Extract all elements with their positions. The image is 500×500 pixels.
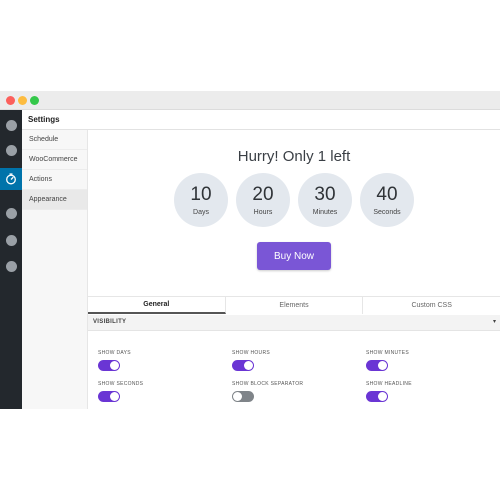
title-bar	[0, 91, 500, 110]
switch-knob	[244, 361, 253, 370]
maximize-window-button[interactable]	[30, 96, 39, 105]
toggle-label: SHOW SECONDS	[98, 381, 144, 387]
countdown-label: Minutes	[312, 208, 338, 216]
toggle-show-minutes: SHOW MINUTES	[366, 350, 486, 371]
icon-rail	[0, 110, 22, 409]
rail-item-timer[interactable]	[0, 168, 22, 190]
app-window: Settings Schedule WooCommerce Actions Ap…	[0, 91, 500, 409]
countdown-value: 30	[314, 183, 336, 205]
circle-icon	[5, 119, 17, 131]
countdown-label: Hours	[253, 208, 273, 216]
toggle-show-block-separator: SHOW BLOCK SEPARATOR	[232, 381, 352, 402]
countdown-value: 40	[376, 183, 398, 205]
countdown-label: Days	[193, 208, 209, 216]
caret-down-icon[interactable]: ▾	[493, 318, 496, 325]
section-title: VISIBILITY	[93, 319, 127, 325]
toggle-label: SHOW HOURS	[232, 350, 270, 356]
visibility-section-header[interactable]: VISIBILITY ▾	[88, 315, 500, 331]
circle-icon	[5, 260, 17, 272]
toggle-label: SHOW BLOCK SEPARATOR	[232, 381, 304, 387]
rail-item-6[interactable]	[0, 255, 22, 277]
countdown-label: Seconds	[373, 208, 401, 216]
toggle-label: SHOW DAYS	[98, 350, 131, 356]
circle-icon	[5, 234, 17, 246]
minimize-window-button[interactable]	[18, 96, 27, 105]
sidebar-item-appearance[interactable]: Appearance	[22, 190, 87, 210]
toggle-show-seconds: SHOW SECONDS	[98, 381, 218, 402]
tab-custom-css[interactable]: Custom CSS	[363, 297, 500, 314]
toggle-show-headline: SHOW HEADLINE	[366, 381, 486, 402]
settings-tabs: General Elements Custom CSS	[88, 296, 500, 314]
timer-icon	[6, 173, 16, 185]
toggle-show-days: SHOW DAYS	[98, 350, 218, 371]
countdown-days: 10 Days	[174, 173, 228, 227]
close-window-button[interactable]	[6, 96, 15, 105]
sidebar-item-schedule[interactable]: Schedule	[22, 130, 87, 150]
sidebar-item-actions[interactable]: Actions	[22, 170, 87, 190]
buy-now-button[interactable]: Buy Now	[257, 242, 331, 270]
countdown-value: 10	[190, 183, 212, 205]
tab-elements[interactable]: Elements	[226, 297, 364, 314]
tab-general[interactable]: General	[88, 297, 226, 314]
switch-knob	[110, 361, 119, 370]
countdown-timer: 10 Days 20 Hours 30 Minutes 40 Seconds	[174, 173, 414, 227]
switch-knob	[378, 392, 387, 401]
show-minutes-switch[interactable]	[366, 360, 388, 371]
show-block-separator-switch[interactable]	[232, 391, 254, 402]
rail-item-2[interactable]	[0, 139, 22, 161]
rail-item-1[interactable]	[0, 114, 22, 136]
countdown-headline: Hurry! Only 1 left	[237, 148, 351, 165]
settings-sidebar: Schedule WooCommerce Actions Appearance	[22, 130, 88, 409]
switch-knob	[233, 392, 242, 401]
sidebar-item-woocommerce[interactable]: WooCommerce	[22, 150, 87, 170]
main-panel: Hurry! Only 1 left 10 Days 20 Hours 30 M…	[88, 130, 500, 409]
show-headline-switch[interactable]	[366, 391, 388, 402]
countdown-seconds: 40 Seconds	[360, 173, 414, 227]
switch-knob	[110, 392, 119, 401]
switch-knob	[378, 361, 387, 370]
countdown-hours: 20 Hours	[236, 173, 290, 227]
toggle-label: SHOW MINUTES	[366, 350, 410, 356]
show-seconds-switch[interactable]	[98, 391, 120, 402]
toggle-label: SHOW HEADLINE	[366, 381, 412, 387]
countdown-minutes: 30 Minutes	[298, 173, 352, 227]
show-hours-switch[interactable]	[232, 360, 254, 371]
rail-item-4[interactable]	[0, 202, 22, 224]
countdown-value: 20	[252, 183, 274, 205]
toggle-show-hours: SHOW HOURS	[232, 350, 352, 371]
rail-item-5[interactable]	[0, 229, 22, 251]
circle-icon	[5, 207, 17, 219]
circle-icon	[5, 144, 17, 156]
show-days-switch[interactable]	[98, 360, 120, 371]
page-title: Settings	[22, 110, 500, 130]
